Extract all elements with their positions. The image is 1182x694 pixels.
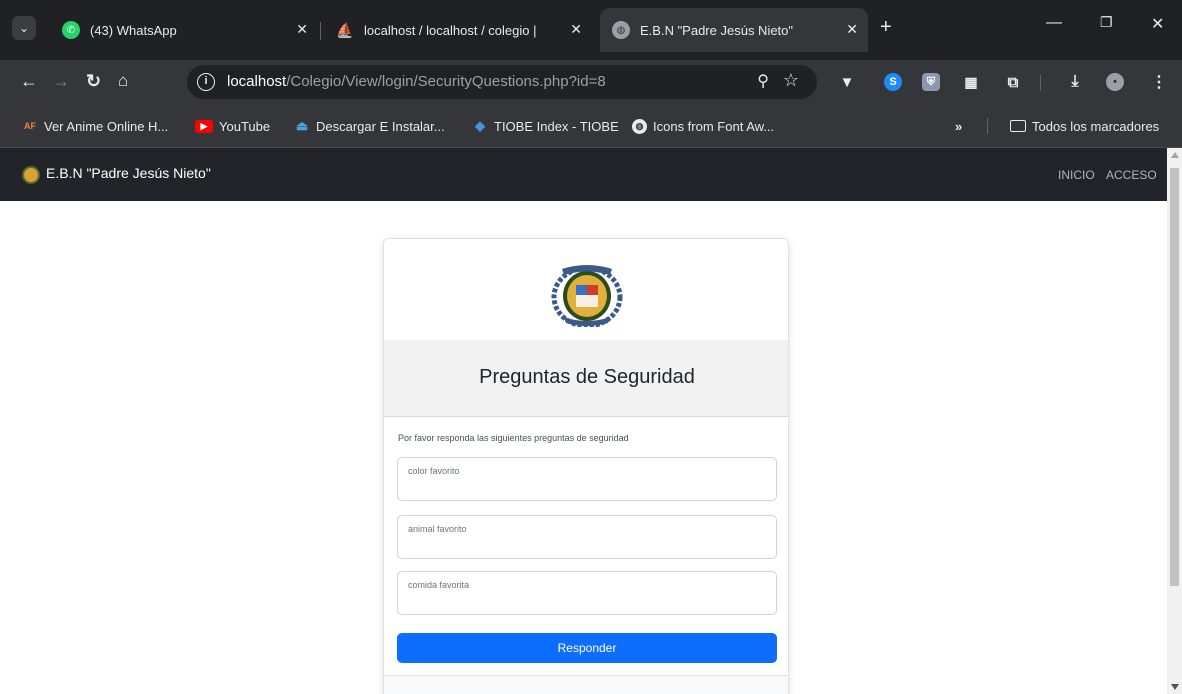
minimize-icon[interactable]: — <box>1046 14 1062 32</box>
bookmark-label: Icons from Font Aw... <box>653 118 775 134</box>
home-icon[interactable]: ⌂ <box>118 70 128 92</box>
back-arrow-icon[interactable]: ← <box>20 70 38 92</box>
bookmark-star-icon[interactable]: ☆ <box>783 70 799 91</box>
page-scrollbar[interactable] <box>1167 148 1182 694</box>
close-icon[interactable]: ✕ <box>846 21 858 38</box>
menu-kebab-icon[interactable]: ⋮ <box>1150 73 1168 91</box>
chevron-down-icon: ⌄ <box>18 21 30 35</box>
bookmark-label: Ver Anime Online H... <box>44 118 169 134</box>
page-viewport: E.B.N "Padre Jesús Nieto" INICIO ACCESO … <box>0 148 1182 694</box>
card-footer <box>384 675 788 694</box>
tiobe-icon: ◆ <box>475 118 485 133</box>
shield-extension-icon[interactable]: ⛨ <box>922 73 940 91</box>
qr-code-icon[interactable]: ▦ <box>962 73 980 91</box>
navbar-brand[interactable]: E.B.N "Padre Jesús Nieto" <box>46 165 211 181</box>
nav-link-acceso[interactable]: ACCESO <box>1106 168 1157 182</box>
bookmark-descargar[interactable]: ⏏ Descargar E Instalar... <box>294 117 445 135</box>
window-close-icon[interactable]: ✕ <box>1151 14 1164 34</box>
security-questions-card: Preguntas de Seguridad Por favor respond… <box>383 238 789 694</box>
tab-search-button[interactable]: ⌄ <box>12 16 36 40</box>
shazam-extension-icon[interactable]: S <box>884 73 902 91</box>
url-text[interactable]: localhost/Colegio/View/login/SecurityQue… <box>227 73 606 90</box>
close-icon[interactable]: ✕ <box>296 21 308 38</box>
bookmark-animeflv[interactable]: AF Ver Anime Online H... <box>22 117 168 135</box>
tab-phpmyadmin[interactable]: ⛵ localhost / localhost / colegio | ✕ <box>322 8 592 52</box>
tab-title: localhost / localhost / colegio | <box>364 22 537 38</box>
bookmark-label: TIOBE Index - TIOBE <box>494 118 619 134</box>
scrollbar-thumb[interactable] <box>1170 168 1179 586</box>
whatsapp-icon: ✆ <box>62 21 80 39</box>
url-path: /Colegio/View/login/SecurityQuestions.ph… <box>286 73 606 90</box>
submit-answers-button[interactable]: Responder <box>397 633 777 663</box>
nav-link-inicio[interactable]: INICIO <box>1058 168 1095 182</box>
scroll-down-arrow-icon[interactable] <box>1171 684 1179 690</box>
favorite-color-field[interactable] <box>397 457 777 501</box>
school-crest-icon <box>551 265 623 327</box>
tab-title: E.B.N "Padre Jesús Nieto" <box>640 22 794 38</box>
animeflv-icon: AF <box>24 121 36 131</box>
favorite-animal-input[interactable] <box>408 524 768 534</box>
reload-icon[interactable]: ↻ <box>86 70 101 92</box>
download-site-icon: ⏏ <box>295 118 309 133</box>
toolbar-divider <box>1040 75 1041 91</box>
all-bookmarks-button[interactable]: Todos los marcadores <box>1010 117 1159 135</box>
globe-icon: ◍ <box>632 118 647 134</box>
bookmarks-divider <box>987 118 988 134</box>
scroll-up-arrow-icon[interactable] <box>1171 152 1179 158</box>
bookmark-label: YouTube <box>219 118 271 134</box>
bookmark-tiobe[interactable]: ◆ TIOBE Index - TIOBE <box>472 117 619 135</box>
forward-arrow-icon[interactable]: → <box>52 70 70 92</box>
all-bookmarks-label: Todos los marcadores <box>1032 118 1160 134</box>
browser-tab-strip: ⌄ ✆ (43) WhatsApp ✕ ⛵ localhost / localh… <box>0 0 1182 60</box>
favorite-color-input[interactable] <box>408 466 768 476</box>
globe-icon: ◍ <box>612 21 630 39</box>
tab-separator <box>320 22 321 40</box>
card-header: Preguntas de Seguridad <box>384 340 788 417</box>
bookmark-label: Descargar E Instalar... <box>316 118 445 134</box>
favorite-animal-field[interactable] <box>397 515 777 559</box>
address-bar[interactable]: i localhost/Colegio/View/login/SecurityQ… <box>187 65 817 99</box>
site-navbar: E.B.N "Padre Jesús Nieto" INICIO ACCESO <box>0 148 1167 201</box>
page-title: Preguntas de Seguridad <box>479 366 695 388</box>
downloads-icon[interactable]: ⤓ <box>1066 73 1084 91</box>
site-info-icon[interactable]: i <box>197 73 215 91</box>
more-bookmarks-button[interactable]: » <box>955 117 962 135</box>
extensions-puzzle-icon[interactable]: ⧉ <box>1004 73 1022 91</box>
favorite-food-field[interactable] <box>397 571 777 615</box>
restore-icon[interactable]: ❐ <box>1100 14 1113 31</box>
url-host: localhost <box>227 73 287 90</box>
bookmark-youtube[interactable]: ▶ YouTube <box>195 117 270 135</box>
instructions-text: Por favor responda las siguientes pregun… <box>398 433 629 443</box>
profile-avatar-icon[interactable]: • <box>1106 73 1124 91</box>
tab-title: (43) WhatsApp <box>90 22 177 38</box>
phpmyadmin-icon: ⛵ <box>336 21 354 38</box>
tab-whatsapp[interactable]: ✆ (43) WhatsApp ✕ <box>48 8 318 52</box>
school-logo-icon[interactable] <box>22 166 40 184</box>
youtube-icon: ▶ <box>195 119 213 133</box>
bookmark-fontawesome[interactable]: ◍ Icons from Font Aw... <box>632 117 774 135</box>
folder-icon <box>1010 120 1026 132</box>
bookmarks-bar: AF Ver Anime Online H... ▶ YouTube ⏏ Des… <box>0 104 1182 148</box>
close-icon[interactable]: ✕ <box>570 21 582 38</box>
tab-active-school[interactable]: ◍ E.B.N "Padre Jesús Nieto" ✕ <box>600 8 868 52</box>
zoom-icon[interactable]: ⚲ <box>757 71 769 91</box>
vivaldi-extension-icon[interactable]: ▼ <box>838 73 856 91</box>
new-tab-button[interactable]: + <box>880 16 892 38</box>
favorite-food-input[interactable] <box>408 580 768 590</box>
